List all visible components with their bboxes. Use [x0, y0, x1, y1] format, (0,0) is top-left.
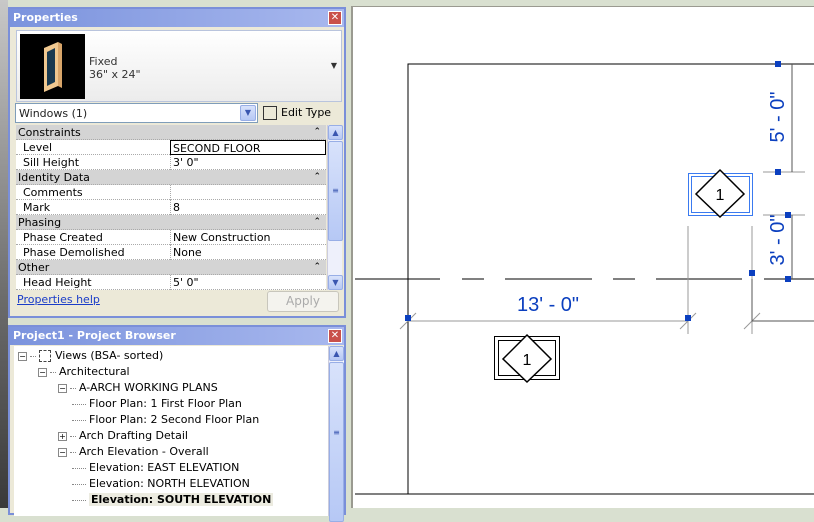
- window-tag-label: 1: [716, 187, 725, 204]
- elevation-drawing[interactable]: 13' - 0" 5' - 0" 3' - 0" 1 1: [0, 0, 814, 508]
- window[interactable]: 1: [494, 333, 560, 384]
- dimension-line: [408, 226, 753, 334]
- dimension-horizontal[interactable]: 13' - 0": [517, 294, 579, 316]
- dimension-upper[interactable]: 5' - 0": [767, 92, 789, 143]
- window-tag-label: 1: [523, 352, 532, 369]
- witness-lines: [763, 171, 805, 216]
- selected-window[interactable]: 1: [688, 168, 753, 219]
- dimension-lower[interactable]: 3' - 0": [767, 215, 789, 266]
